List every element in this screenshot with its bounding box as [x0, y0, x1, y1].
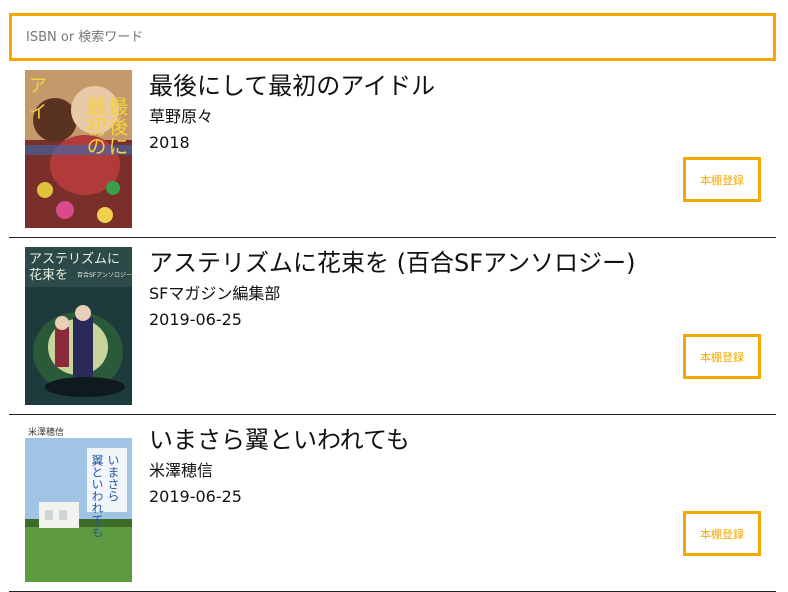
book-date: 2018 [149, 133, 190, 152]
book-author: 米澤穂信 [149, 461, 214, 480]
book-author: SFマガジン編集部 [149, 284, 281, 303]
svg-text:イ: イ [29, 102, 47, 123]
search-box[interactable] [9, 13, 776, 61]
book-cover-image[interactable]: 最後に 最初の ア イ [25, 70, 132, 228]
svg-text:百合SFアンソロジー: 百合SFアンソロジー [77, 271, 132, 279]
svg-text:花束を: 花束を [29, 267, 68, 283]
svg-text:いまさら: いまさら [106, 454, 120, 502]
book-title[interactable]: 最後にして最初のアイドル [149, 70, 435, 102]
book-title[interactable]: いまさら翼といわれても [149, 424, 410, 456]
book-item: 米澤穂信 いまさら 翼といわれても いまさら翼といわれても 米澤穂信 2019-… [9, 420, 776, 592]
add-to-shelf-button[interactable]: 本棚登録 [683, 334, 761, 379]
svg-text:最初の: 最初の [83, 96, 107, 156]
book-item: 最後に 最初の ア イ 最後にして最初のアイドル 草野原々 2018 本棚登録 [9, 66, 776, 238]
book-cover-image[interactable]: 米澤穂信 いまさら 翼といわれても [25, 424, 132, 582]
book-date: 2019-06-25 [149, 310, 242, 329]
book-author: 草野原々 [149, 107, 214, 126]
book-list: 最後に 最初の ア イ 最後にして最初のアイドル 草野原々 2018 本棚登録 [9, 66, 776, 592]
svg-text:米澤穂信: 米澤穂信 [28, 426, 64, 438]
book-item: アステリズムに 花束を 百合SFアンソロジー アステリズムに花束を (百合SFア… [9, 243, 776, 415]
svg-text:翼といわれても: 翼といわれても [90, 454, 104, 538]
add-to-shelf-button[interactable]: 本棚登録 [683, 511, 761, 556]
svg-text:最後に: 最後に [105, 96, 129, 156]
svg-text:ア: ア [29, 76, 47, 97]
book-date: 2019-06-25 [149, 487, 242, 506]
svg-text:アステリズムに: アステリズムに [29, 251, 120, 267]
add-to-shelf-button[interactable]: 本棚登録 [683, 157, 761, 202]
search-input[interactable] [12, 16, 773, 58]
book-cover-image[interactable]: アステリズムに 花束を 百合SFアンソロジー [25, 247, 132, 405]
book-title[interactable]: アステリズムに花束を (百合SFアンソロジー) [149, 247, 635, 279]
